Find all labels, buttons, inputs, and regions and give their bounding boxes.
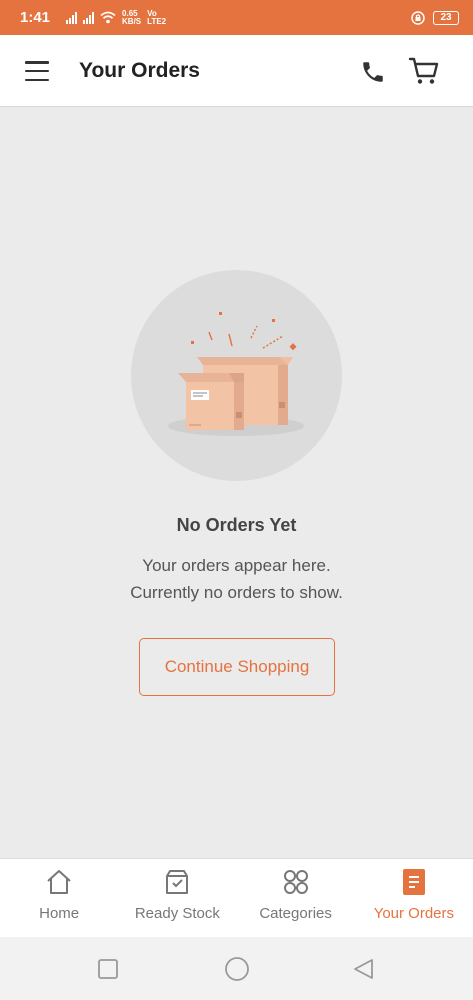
open-boxes-illustration [168,312,304,436]
categories-icon [283,870,308,894]
wifi-icon [100,11,116,24]
status-time: 1:41 [20,9,51,26]
nav-item-home[interactable]: Home [0,859,118,937]
status-left: 1:41 0.65 KB/S Vo LTE2 [20,9,166,26]
speed-unit: KB/S [122,16,142,26]
cart-icon[interactable] [408,56,440,86]
home-icon [47,870,71,894]
system-nav-bar [0,937,473,1000]
network-bottom: LTE2 [147,16,167,26]
empty-state-message-line1: Your orders appear here. [142,556,331,575]
bottom-nav: Home Ready Stock Categories Your Orders [0,858,473,937]
network-type: Vo LTE2 [147,9,167,26]
nav-label-home: Home [39,905,80,922]
home-circle-icon[interactable] [224,956,250,982]
recent-apps-icon[interactable] [97,958,119,980]
continue-shopping-button[interactable]: Continue Shopping [139,638,335,696]
app-header: Your Orders [0,35,473,107]
page-title: Your Orders [79,59,200,82]
battery-level: 23 [440,12,452,23]
empty-state-message-line2: Currently no orders to show. [130,583,343,602]
data-speed: 0.65 KB/S [122,9,142,26]
nav-label-ready-stock: Ready Stock [134,905,220,922]
nav-label-categories: Categories [259,905,332,922]
signal-icon [66,11,78,24]
status-bar: 1:41 0.65 KB/S Vo LTE2 23 [0,0,473,35]
nav-item-categories[interactable]: Categories [237,859,355,937]
rotation-lock-icon [411,10,425,25]
back-icon[interactable] [352,957,376,981]
signal-icon-2 [83,11,95,24]
nav-item-your-orders[interactable]: Your Orders [355,859,473,937]
hamburger-menu-icon[interactable] [25,61,49,81]
empty-state-title: No Orders Yet [176,515,297,535]
phone-icon[interactable] [360,59,386,85]
nav-label-your-orders: Your Orders [373,905,455,922]
orders-icon [402,869,425,895]
nav-item-ready-stock[interactable]: Ready Stock [118,859,236,937]
ready-stock-icon [166,870,189,894]
status-right: 23 [411,10,459,25]
battery-icon: 23 [433,10,459,25]
empty-illustration-circle [131,270,342,481]
